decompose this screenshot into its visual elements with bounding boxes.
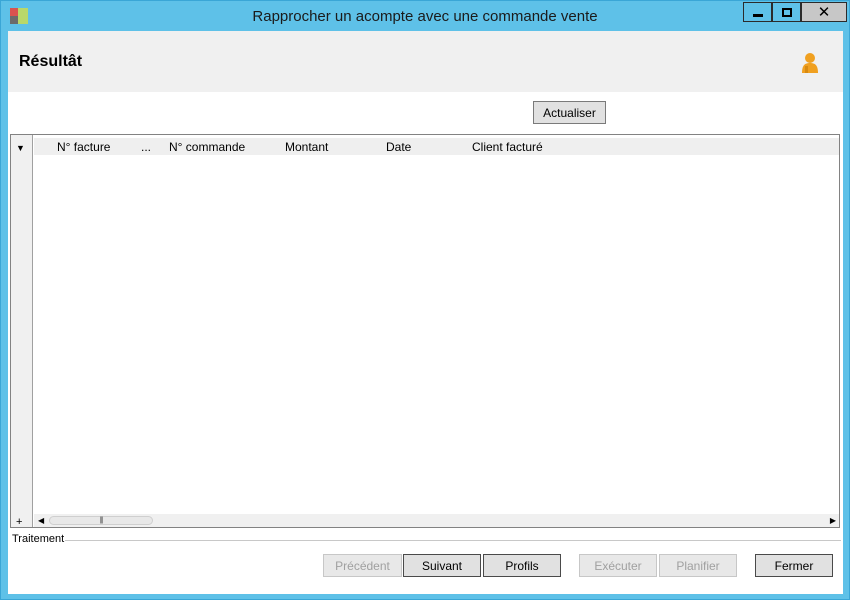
next-button[interactable]: Suivant	[403, 554, 481, 577]
column-header-more[interactable]: ...	[141, 140, 151, 154]
close-icon: ✕	[817, 3, 831, 21]
scrollbar-thumb[interactable]: |||	[49, 516, 153, 525]
group-divider	[65, 540, 841, 541]
schedule-button[interactable]: Planifier	[659, 554, 737, 577]
grid-column-headers: N° facture ... N° commande Montant Date …	[34, 138, 839, 155]
close-window-button[interactable]: ✕	[801, 2, 847, 22]
column-header-date[interactable]: Date	[386, 140, 411, 154]
maximize-button[interactable]	[772, 2, 801, 22]
minimize-icon	[752, 13, 763, 17]
page-title: Résultât	[19, 53, 83, 70]
minimize-button[interactable]	[743, 2, 772, 22]
user-icon[interactable]	[801, 52, 819, 74]
column-header-billed-client[interactable]: Client facturé	[472, 140, 543, 154]
horizontal-scrollbar[interactable]: ◀ ||| ▶	[34, 514, 839, 527]
maximize-icon	[781, 7, 792, 17]
row-selector-column: ▼ +	[11, 135, 33, 528]
refresh-button[interactable]: Actualiser	[533, 101, 606, 124]
window-title: Rapprocher un acompte avec une commande …	[252, 8, 598, 25]
grip-icon: |||	[99, 517, 104, 524]
page-header: Résultât	[8, 31, 843, 92]
column-header-amount[interactable]: Montant	[285, 140, 328, 154]
title-bar[interactable]: Rapprocher un acompte avec une commande …	[1, 1, 849, 31]
close-button[interactable]: Fermer	[755, 554, 833, 577]
processing-group-label: Traitement	[12, 533, 65, 545]
column-header-invoice-number[interactable]: N° facture	[57, 140, 110, 154]
scroll-left-icon[interactable]: ◀	[38, 514, 44, 527]
scroll-right-icon[interactable]: ▶	[830, 514, 836, 527]
window-client-area: Résultât Actualiser ▼ + N° facture ... N…	[8, 31, 843, 594]
application-window: Rapprocher un acompte avec une commande …	[0, 0, 850, 600]
column-chooser-icon[interactable]: ▼	[16, 143, 25, 153]
previous-button[interactable]: Précédent	[323, 554, 402, 577]
profiles-button[interactable]: Profils	[483, 554, 561, 577]
column-header-order-number[interactable]: N° commande	[169, 140, 245, 154]
execute-button[interactable]: Exécuter	[579, 554, 657, 577]
results-grid[interactable]: ▼ + N° facture ... N° commande Montant D…	[10, 134, 840, 528]
add-row-icon[interactable]: +	[16, 516, 22, 528]
